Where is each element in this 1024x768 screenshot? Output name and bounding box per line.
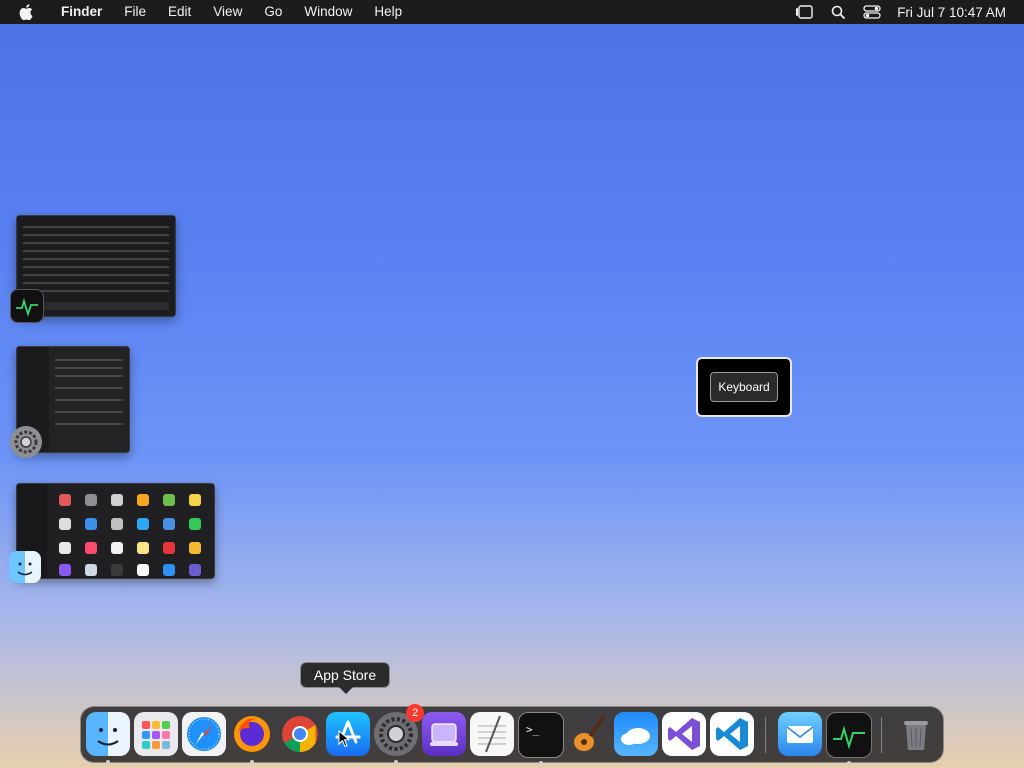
spotlight-search-icon[interactable] [827, 0, 849, 24]
svg-text:>_: >_ [526, 723, 540, 736]
menu-window[interactable]: Window [293, 0, 363, 24]
dock-finder[interactable] [86, 712, 130, 764]
dock-vscode[interactable] [710, 712, 754, 756]
vscode-icon [716, 718, 748, 750]
keyboard-osd: Keyboard [696, 357, 792, 417]
menu-file[interactable]: File [113, 0, 157, 24]
activity-monitor-icon [10, 289, 44, 323]
mail-icon [786, 726, 814, 743]
menu-clock[interactable]: Fri Jul 7 10:47 AM [897, 5, 1006, 20]
finder-icon [9, 551, 41, 583]
garageband-icon [574, 715, 606, 751]
menu-help[interactable]: Help [363, 0, 413, 24]
firefox-icon [234, 716, 270, 752]
menu-bar: Finder File Edit View Go Window Help Fri… [0, 0, 1024, 24]
control-center-icon[interactable] [861, 0, 883, 24]
simulator-icon [430, 723, 458, 746]
running-indicator [106, 760, 110, 764]
menu-app-name[interactable]: Finder [50, 0, 113, 24]
dock-separator [881, 717, 882, 753]
dock-garageband[interactable] [566, 712, 610, 756]
system-settings-icon [10, 426, 42, 458]
running-indicator [847, 761, 851, 765]
dock-tooltip: App Store [300, 662, 390, 694]
terminal-icon: >_ [526, 723, 540, 736]
dock-launchpad[interactable] [134, 712, 178, 756]
dock-safari[interactable] [182, 712, 226, 756]
dock-separator [765, 717, 766, 753]
chrome-icon [282, 716, 318, 752]
trash-icon [904, 721, 928, 750]
menu-edit[interactable]: Edit [157, 0, 202, 24]
launchpad-icon [142, 721, 170, 749]
visual-studio-icon [668, 718, 700, 750]
textedit-icon [478, 715, 506, 753]
dock-trash[interactable] [894, 712, 938, 756]
activity-monitor-icon [833, 725, 865, 750]
keyboard-osd-label[interactable]: Keyboard [710, 372, 778, 402]
finder-icon [97, 728, 119, 746]
dock-terminal[interactable]: >_ [518, 712, 564, 765]
weather-icon [621, 728, 650, 745]
running-indicator [539, 761, 543, 765]
dock-chrome[interactable] [278, 712, 322, 756]
stage-manager-icon[interactable] [793, 0, 815, 24]
dock-visual-studio[interactable] [662, 712, 706, 756]
dock-firefox[interactable] [230, 712, 274, 764]
dock: 2 >_ [80, 704, 944, 765]
dock-system-settings[interactable]: 2 [374, 704, 424, 764]
menu-view[interactable]: View [202, 0, 253, 24]
apple-menu-icon[interactable] [16, 2, 36, 22]
dock-mail[interactable] [778, 712, 822, 756]
status-area: Fri Jul 7 10:47 AM [781, 0, 1006, 24]
stage-group-finder[interactable] [16, 483, 215, 579]
mouse-cursor-icon [338, 729, 351, 753]
dock-weather[interactable] [614, 712, 658, 756]
dock-textedit[interactable] [470, 712, 514, 756]
finder-window-thumbnail [16, 483, 215, 579]
running-indicator [250, 760, 254, 764]
running-indicator [394, 760, 398, 764]
dock-activity-monitor[interactable] [826, 712, 872, 765]
safari-icon [187, 717, 221, 751]
dock-simulator[interactable] [422, 712, 466, 756]
menu-go[interactable]: Go [253, 0, 293, 24]
